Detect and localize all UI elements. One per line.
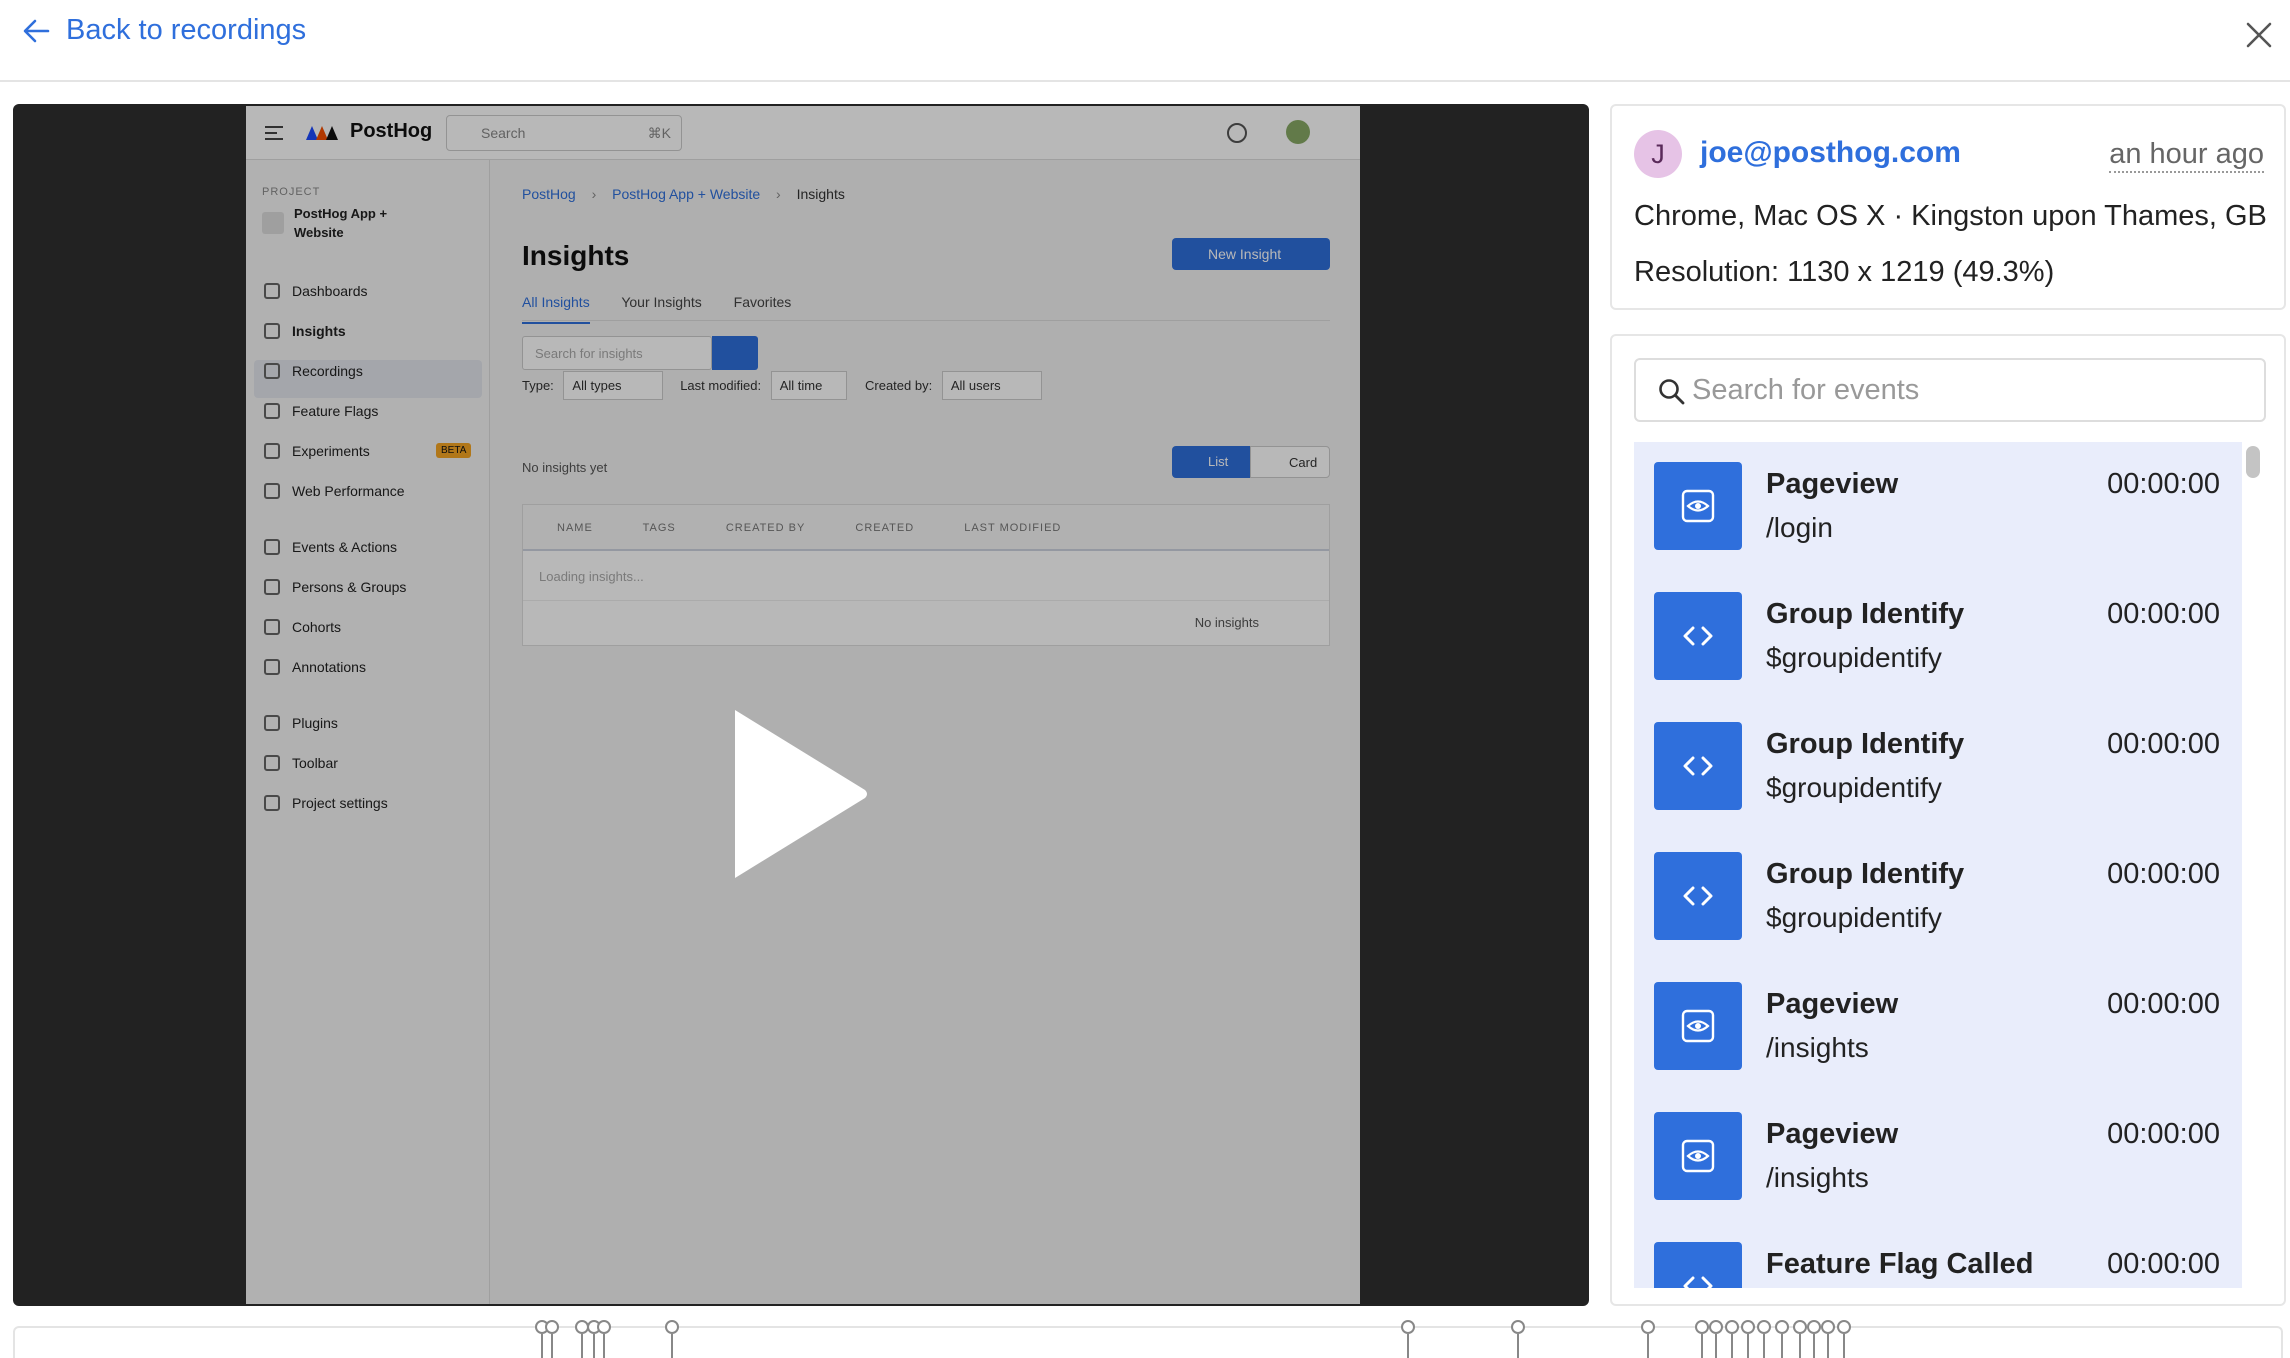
timeline-event-marker[interactable] bbox=[1695, 1320, 1709, 1358]
scrollbar-thumb[interactable] bbox=[2246, 446, 2260, 478]
event-time: 00:00:00 bbox=[2107, 988, 2220, 1020]
timeline-event-marker[interactable] bbox=[1775, 1320, 1789, 1358]
play-icon bbox=[735, 710, 867, 878]
event-name: Feature Flag Called bbox=[1766, 1248, 2034, 1280]
event-time: 00:00:00 bbox=[2107, 728, 2220, 760]
event-name: Pageview bbox=[1766, 468, 1899, 500]
code-icon bbox=[1683, 756, 1713, 776]
close-icon[interactable] bbox=[2238, 14, 2278, 54]
person-email-link[interactable]: joe@posthog.com bbox=[1700, 136, 1961, 170]
event-name: Pageview bbox=[1766, 1118, 1899, 1150]
timeline-event-marker[interactable] bbox=[1511, 1320, 1525, 1358]
event-detail: $groupidentify bbox=[1766, 902, 1942, 933]
event-time: 00:00:00 bbox=[2107, 468, 2220, 500]
event-list: Pageview /login 00:00:00 Group Identify … bbox=[1634, 442, 2242, 1288]
timeline-event-marker[interactable] bbox=[1757, 1320, 1771, 1358]
code-icon bbox=[1683, 886, 1713, 906]
search-icon bbox=[1659, 379, 1685, 405]
event-detail: $groupidentify bbox=[1766, 642, 1942, 673]
timeline-event-marker[interactable] bbox=[1793, 1320, 1807, 1358]
back-label: Back to recordings bbox=[66, 14, 307, 46]
device-location: Chrome, Mac OS X · Kingston upon Thames,… bbox=[1634, 200, 2267, 232]
event-name: Group Identify bbox=[1766, 728, 1965, 760]
timeline-event-marker[interactable] bbox=[1807, 1320, 1821, 1358]
event-type-badge bbox=[1654, 1242, 1742, 1288]
timeline-event-marker[interactable] bbox=[545, 1320, 559, 1358]
recording-player[interactable]: PostHog Search ⌘K PROJECT PostHog App + … bbox=[13, 104, 1589, 1306]
event-detail: /login bbox=[1766, 512, 1833, 543]
list-item[interactable]: Feature Flag Called 00:00:00 bbox=[1634, 1222, 2242, 1288]
timeline-event-marker[interactable] bbox=[1641, 1320, 1655, 1358]
event-list-scrollbar[interactable] bbox=[2246, 442, 2260, 1288]
eye-icon bbox=[1681, 489, 1715, 523]
timeline-event-marker[interactable] bbox=[1837, 1320, 1851, 1358]
timeline-event-marker[interactable] bbox=[1401, 1320, 1415, 1358]
event-search-field bbox=[1634, 358, 2266, 422]
session-meta-card: J joe@posthog.com an hour ago Chrome, Ma… bbox=[1610, 104, 2286, 310]
event-type-badge bbox=[1654, 592, 1742, 680]
arrow-left-icon bbox=[23, 19, 50, 42]
event-detail: /insights bbox=[1766, 1162, 1869, 1193]
event-time: 00:00:00 bbox=[2107, 598, 2220, 630]
playback-timeline[interactable] bbox=[13, 1320, 2283, 1358]
event-name: Group Identify bbox=[1766, 858, 1965, 890]
top-bar: Back to recordings bbox=[0, 0, 2290, 82]
code-icon bbox=[1683, 626, 1713, 646]
back-to-recordings-link[interactable]: Back to recordings bbox=[22, 14, 306, 47]
code-icon bbox=[1683, 1276, 1713, 1288]
event-type-badge bbox=[1654, 852, 1742, 940]
event-search-input[interactable] bbox=[1692, 370, 2252, 410]
events-panel: Pageview /login 00:00:00 Group Identify … bbox=[1610, 334, 2286, 1306]
event-time: 00:00:00 bbox=[2107, 858, 2220, 890]
eye-icon bbox=[1681, 1139, 1715, 1173]
event-type-badge bbox=[1654, 1112, 1742, 1200]
event-time: 00:00:00 bbox=[2107, 1248, 2220, 1280]
list-item[interactable]: Group Identify $groupidentify 00:00:00 bbox=[1634, 832, 2242, 962]
timeline-event-marker[interactable] bbox=[1709, 1320, 1723, 1358]
event-time: 00:00:00 bbox=[2107, 1118, 2220, 1150]
event-name: Group Identify bbox=[1766, 598, 1965, 630]
resolution-text: Resolution: 1130 x 1219 (49.3%) bbox=[1634, 256, 2055, 288]
event-detail: $groupidentify bbox=[1766, 772, 1942, 803]
event-type-badge bbox=[1654, 722, 1742, 810]
event-type-badge bbox=[1654, 462, 1742, 550]
timeline-event-marker[interactable] bbox=[1741, 1320, 1755, 1358]
event-type-badge bbox=[1654, 982, 1742, 1070]
list-item[interactable]: Group Identify $groupidentify 00:00:00 bbox=[1634, 702, 2242, 832]
session-time-ago: an hour ago bbox=[2109, 138, 2264, 173]
event-detail: /insights bbox=[1766, 1032, 1869, 1063]
list-item[interactable]: Group Identify $groupidentify 00:00:00 bbox=[1634, 572, 2242, 702]
event-name: Pageview bbox=[1766, 988, 1899, 1020]
list-item[interactable]: Pageview /login 00:00:00 bbox=[1634, 442, 2242, 572]
avatar: J bbox=[1634, 130, 1682, 178]
timeline-event-marker[interactable] bbox=[1821, 1320, 1835, 1358]
timeline-event-marker[interactable] bbox=[665, 1320, 679, 1358]
eye-icon bbox=[1681, 1009, 1715, 1043]
play-button[interactable] bbox=[733, 704, 873, 884]
timeline-event-marker[interactable] bbox=[1725, 1320, 1739, 1358]
timeline-event-marker[interactable] bbox=[597, 1320, 611, 1358]
list-item[interactable]: Pageview /insights 00:00:00 bbox=[1634, 1092, 2242, 1222]
list-item[interactable]: Pageview /insights 00:00:00 bbox=[1634, 962, 2242, 1092]
